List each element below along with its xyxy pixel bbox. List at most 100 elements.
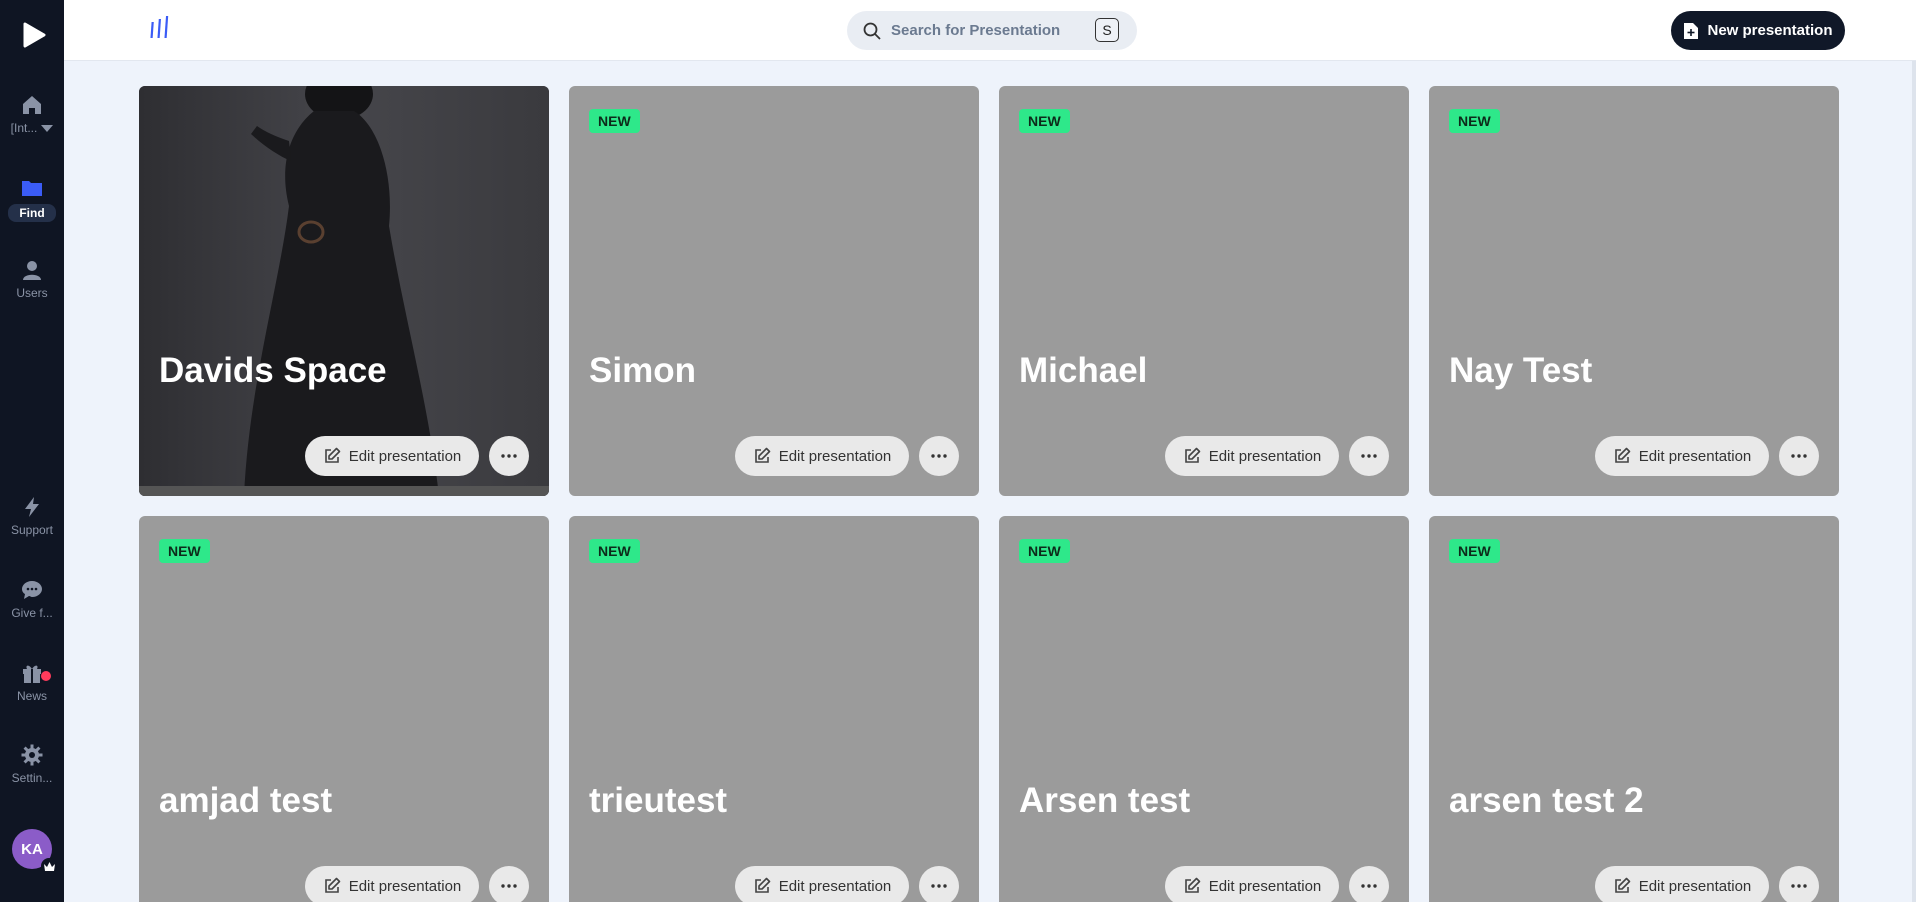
edit-presentation-button[interactable]: Edit presentation [1595,866,1769,902]
more-options-icon [1791,884,1807,888]
bolt-icon [25,497,39,517]
sidebar-item-support[interactable]: Support [0,495,64,537]
edit-presentation-label: Edit presentation [348,447,462,465]
more-options-icon [1791,454,1807,458]
search-input[interactable]: Search for Presentation S [847,11,1137,50]
gear-icon [21,744,43,766]
new-file-icon [1684,22,1699,39]
edit-icon [1184,877,1201,893]
more-options-icon [501,454,517,458]
card-title: trieutest [589,781,728,820]
edit-icon [324,877,341,893]
edit-presentation-button[interactable]: Edit presentation [735,436,909,476]
sidebar-item-label: Give f... [11,606,53,620]
more-options-icon [931,884,947,888]
new-badge: NEW [1019,539,1070,563]
more-options-icon [931,454,947,458]
edit-icon [1614,877,1631,893]
presentation-card[interactable]: NEW Nay Test Edit presentation [1429,86,1839,496]
card-title: Davids Space [159,351,387,390]
edit-presentation-label: Edit presentation [1638,877,1752,895]
sidebar-item-settings[interactable]: Settin... [0,743,64,785]
home-icon [23,96,41,114]
edit-presentation-label: Edit presentation [1208,447,1322,465]
sidebar-item-news[interactable]: News [0,661,64,703]
more-options-button[interactable] [1779,866,1819,902]
more-options-button[interactable] [1779,436,1819,476]
edit-icon [1184,447,1201,463]
presentation-card[interactable]: NEW amjad test Edit presentation [139,516,549,902]
more-options-icon [1361,884,1377,888]
new-presentation-label: New presentation [1707,22,1833,39]
card-title: Michael [1019,351,1148,390]
new-presentation-button[interactable]: New presentation [1671,11,1845,50]
sidebar-item-label: Settin... [11,771,53,785]
presentation-card[interactable]: NEW Arsen test Edit presentation [999,516,1409,902]
new-badge: NEW [1449,539,1500,563]
edit-presentation-button[interactable]: Edit presentation [305,866,479,902]
presentation-card[interactable]: NEW trieutest Edit presentation [569,516,979,902]
play-icon[interactable] [18,20,48,50]
search-icon [863,22,881,40]
more-options-button[interactable] [1349,866,1389,902]
edit-presentation-button[interactable]: Edit presentation [305,436,479,476]
sidebar-item-home[interactable]: [Int... [0,93,64,135]
crown-icon [41,858,57,874]
presentation-card[interactable]: NEW Michael Edit presentation [999,86,1409,496]
bars-logo-icon [150,16,169,38]
edit-presentation-button[interactable]: Edit presentation [1165,866,1339,902]
sidebar-item-label: News [16,689,47,703]
new-badge: NEW [589,109,640,133]
new-badge: NEW [1019,109,1070,133]
card-title: amjad test [159,781,333,820]
edit-presentation-button[interactable]: Edit presentation [1165,436,1339,476]
user-icon [23,261,41,280]
keyboard-shortcut-hint: S [1095,18,1119,42]
card-title: Simon [589,351,696,390]
edit-icon [1614,447,1631,463]
presentation-card[interactable]: NEW Simon Edit presentation [569,86,979,496]
edit-presentation-label: Edit presentation [778,877,892,895]
new-badge: NEW [589,539,640,563]
edit-presentation-label: Edit presentation [778,447,892,465]
new-badge: NEW [1449,109,1500,133]
sidebar-item-feedback[interactable]: Give f... [0,578,64,620]
card-title: Nay Test [1449,351,1593,390]
chevron-down-icon[interactable] [41,124,54,132]
edit-presentation-label: Edit presentation [1638,447,1752,465]
edit-presentation-label: Edit presentation [348,877,462,895]
presentation-card[interactable]: NEW arsen test 2 Edit presentation [1429,516,1839,902]
edit-icon [754,877,771,893]
chat-icon [22,581,42,599]
edit-presentation-label: Edit presentation [1208,877,1322,895]
more-options-icon [1361,454,1377,458]
sidebar-item-label: Support [10,523,54,537]
edit-presentation-button[interactable]: Edit presentation [735,866,909,902]
card-title: Arsen test [1019,781,1191,820]
edit-presentation-button[interactable]: Edit presentation [1595,436,1769,476]
sidebar: [Int... Find Users Support Give f... New… [0,0,64,902]
edit-icon [324,447,341,463]
more-options-button[interactable] [489,436,529,476]
more-options-button[interactable] [489,866,529,902]
new-badge: NEW [159,539,210,563]
more-options-icon [501,884,517,888]
sidebar-item-label: Find [8,204,56,222]
gift-icon [23,665,41,683]
folder-icon [22,181,42,196]
more-options-button[interactable] [1349,436,1389,476]
sidebar-item-find[interactable]: Find [0,176,64,222]
presentation-card[interactable]: Davids Space Edit presentation [139,86,549,496]
scrollbar[interactable] [1912,61,1916,902]
notification-dot [41,671,51,681]
more-options-button[interactable] [919,866,959,902]
topbar: Search for Presentation S New presentati… [64,0,1916,61]
sidebar-item-users[interactable]: Users [0,258,64,300]
more-options-button[interactable] [919,436,959,476]
edit-icon [754,447,771,463]
sidebar-item-label: Users [16,286,48,300]
cover-photo [139,86,549,496]
search-placeholder: Search for Presentation [891,22,1061,39]
sidebar-item-label: [Int... [10,121,38,135]
card-title: arsen test 2 [1449,781,1644,820]
